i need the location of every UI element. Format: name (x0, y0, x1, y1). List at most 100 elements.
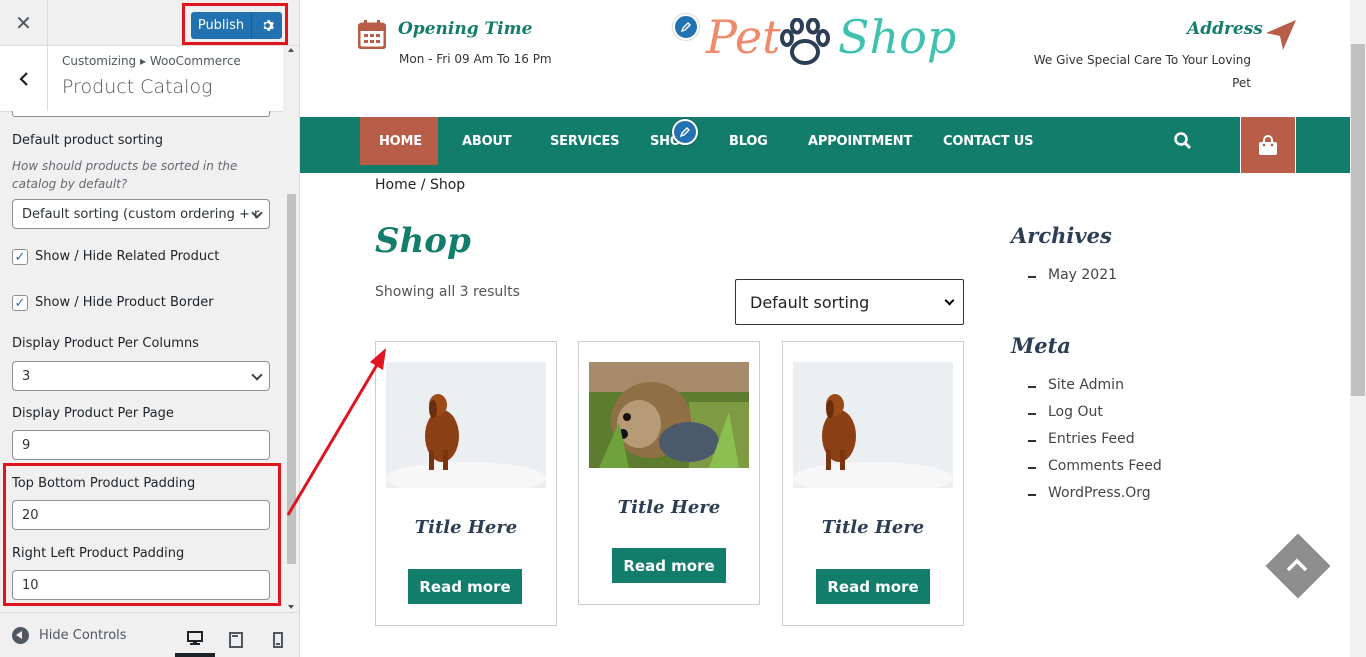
hide-controls-label: Hide Controls (39, 628, 127, 643)
sort-select[interactable]: Default sorting (735, 279, 964, 325)
desktop-icon (187, 630, 203, 645)
nav-home[interactable]: HOME (379, 117, 422, 165)
dog-image (793, 362, 953, 488)
read-more-button[interactable]: Read more (408, 569, 522, 604)
location-arrow-icon (1266, 20, 1296, 50)
meta-link-entries-feed[interactable]: Entries Feed (1028, 431, 1135, 447)
product-image[interactable] (793, 362, 953, 488)
product-card: Title Here Read more (375, 341, 557, 626)
default-sorting-select[interactable]: Default sorting (custom ordering + r (12, 199, 270, 229)
hide-controls-button[interactable]: Hide Controls (12, 627, 127, 644)
meta-title: Meta (1011, 333, 1071, 358)
gear-icon (263, 20, 274, 31)
close-customizer-button[interactable]: ✕ (0, 0, 48, 46)
nav-about[interactable]: ABOUT (462, 117, 512, 165)
product-image[interactable] (589, 362, 749, 468)
customizer-footer: Hide Controls (0, 612, 299, 657)
default-sorting-value: Default sorting (custom ordering + r (22, 206, 260, 222)
site-preview: Opening Time Mon - Fri 09 Am To 16 Pm Pe… (300, 0, 1350, 657)
site-logo[interactable]: Pet Shop (678, 8, 958, 70)
device-tablet-button[interactable] (216, 623, 256, 657)
scroll-down-icon[interactable] (288, 605, 294, 609)
chevron-up-icon (1286, 558, 1308, 572)
sidebar-scrollbar[interactable] (284, 46, 299, 611)
preview-scrollbar[interactable] (1350, 0, 1366, 657)
product-image[interactable] (386, 362, 546, 488)
sort-select-value: Default sorting (750, 292, 870, 312)
meta-link-log-out[interactable]: Log Out (1028, 404, 1103, 420)
site-header: Opening Time Mon - Fri 09 Am To 16 Pm Pe… (300, 0, 1350, 117)
product-card: Title Here Read more (578, 341, 760, 605)
device-mobile-button[interactable] (258, 623, 298, 657)
nav-contact-us[interactable]: CONTACT US (943, 117, 1033, 165)
pencil-icon (679, 127, 690, 138)
address-title: Address (1187, 19, 1263, 39)
product-title[interactable]: Title Here (579, 497, 759, 518)
checkmark-icon: ✓ (14, 249, 26, 265)
chevron-down-icon (251, 369, 263, 381)
product-title[interactable]: Title Here (783, 517, 963, 538)
opening-time-title: Opening Time (398, 19, 533, 39)
page-title: Shop (375, 221, 471, 261)
per-page-input[interactable]: 9 (12, 430, 270, 460)
close-icon: ✕ (15, 11, 32, 35)
breadcrumb: Home / Shop (375, 177, 466, 193)
per-columns-value: 3 (22, 368, 31, 384)
device-desktop-button[interactable] (175, 623, 215, 657)
customizer-sidebar: ✕ Publish Customizing ▸ WooCommerce Prod… (0, 0, 300, 657)
section-title: Product Catalog (62, 76, 213, 98)
scroll-thumb[interactable] (287, 194, 296, 564)
default-sorting-label: Default product sorting (12, 133, 164, 148)
related-product-label[interactable]: Show / Hide Related Product (35, 249, 219, 264)
archive-link[interactable]: May 2021 (1028, 267, 1117, 283)
result-count: Showing all 3 results (375, 284, 520, 300)
publish-button[interactable]: Publish (191, 12, 251, 39)
product-title[interactable]: Title Here (376, 517, 556, 538)
logo-shop-text: Shop (838, 10, 957, 64)
scroll-up-icon[interactable] (288, 48, 294, 52)
per-page-label: Display Product Per Page (12, 406, 174, 421)
tablet-icon (229, 632, 243, 648)
preview-scroll-thumb[interactable] (1351, 44, 1365, 396)
logo-pet-text: Pet (706, 10, 781, 64)
product-border-checkbox[interactable]: ✓ (12, 295, 28, 311)
back-button[interactable] (0, 46, 48, 112)
publish-settings-button[interactable] (251, 12, 282, 39)
default-sorting-description: How should products be sorted in the cat… (12, 159, 238, 191)
opening-hours: Mon - Fri 09 Am To 16 Pm (399, 52, 552, 66)
archives-title: Archives (1011, 223, 1112, 248)
edit-logo-button[interactable] (673, 14, 699, 40)
product-border-label[interactable]: Show / Hide Product Border (35, 295, 214, 310)
customizer-header: ✕ Publish (0, 0, 299, 46)
dog-image (386, 362, 546, 488)
paw-icon (780, 18, 830, 65)
chevron-down-icon (944, 295, 955, 306)
per-columns-label: Display Product Per Columns (12, 336, 199, 351)
customizer-app: ✕ Publish Customizing ▸ WooCommerce Prod… (0, 0, 1366, 657)
main-navigation: HOME ABOUT SERVICES SHOP BLOG APPOINTMEN… (300, 117, 1350, 173)
collapse-icon (12, 627, 29, 644)
meta-link-site-admin[interactable]: Site Admin (1028, 377, 1124, 393)
previous-field-edge (12, 111, 270, 117)
nav-blog[interactable]: BLOG (729, 117, 768, 165)
calendar-icon (358, 20, 386, 49)
read-more-button[interactable]: Read more (816, 569, 930, 604)
shopping-bag-icon (1259, 135, 1277, 155)
per-columns-select[interactable]: 3 (12, 361, 270, 391)
search-icon[interactable] (1173, 131, 1193, 151)
per-page-value: 9 (22, 437, 31, 453)
publish-highlight: Publish (182, 3, 288, 45)
nav-appointment[interactable]: APPOINTMENT (808, 117, 912, 165)
section-header: Customizing ▸ WooCommerce Product Catalo… (0, 46, 283, 112)
edit-menu-button[interactable] (672, 119, 698, 145)
address-text: We Give Special Care To Your Loving Pet (1033, 53, 1251, 90)
checkmark-icon: ✓ (14, 295, 26, 311)
nav-services[interactable]: SERVICES (550, 117, 620, 165)
padding-highlight (3, 463, 281, 606)
yorkie-image (589, 362, 749, 468)
related-product-checkbox[interactable]: ✓ (12, 249, 28, 265)
read-more-button[interactable]: Read more (612, 548, 726, 583)
cart-button[interactable] (1240, 117, 1296, 173)
meta-link-wordpress-org[interactable]: WordPress.Org (1028, 485, 1151, 501)
meta-link-comments-feed[interactable]: Comments Feed (1028, 458, 1162, 474)
